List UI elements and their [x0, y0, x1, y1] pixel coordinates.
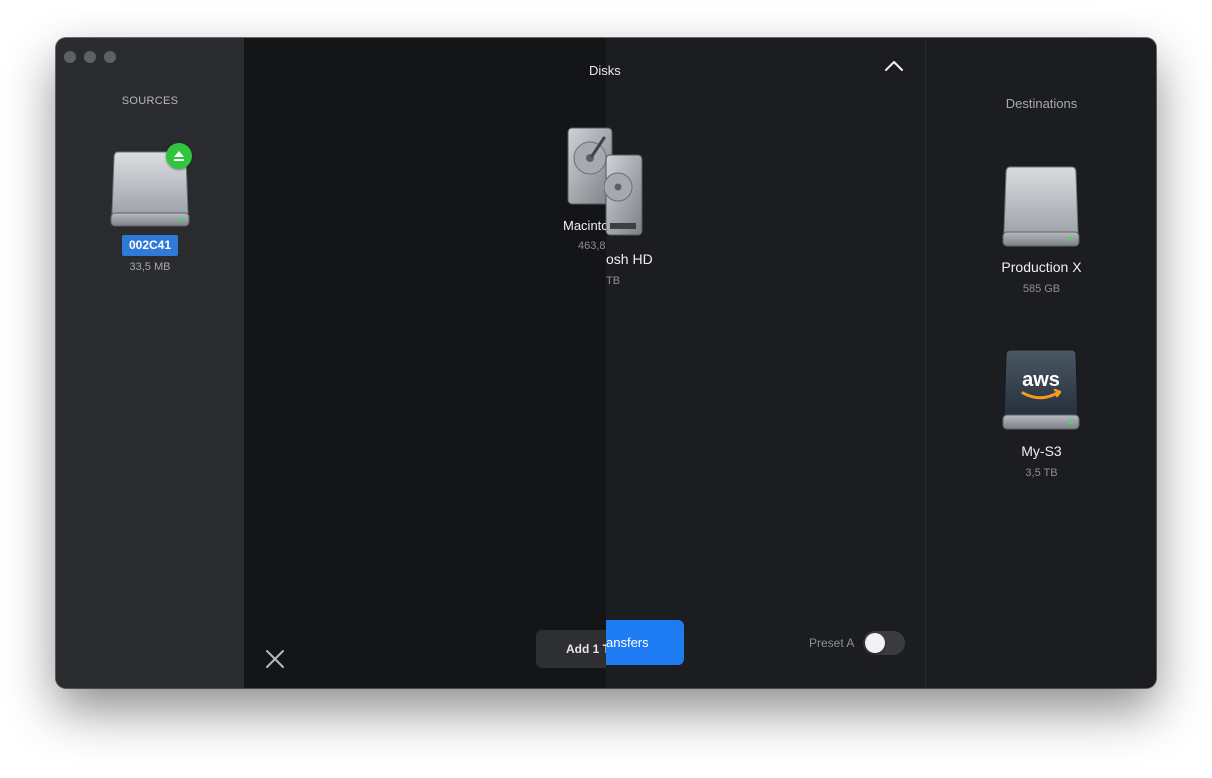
disk-name: Macintosh HD: [563, 218, 606, 233]
preset-label: Preset A: [809, 636, 855, 650]
preset-toggle[interactable]: [863, 631, 905, 655]
destination-name: My-S3: [1021, 443, 1062, 459]
add-transfers-button-primary[interactable]: ansfers: [606, 620, 684, 665]
add-transfers-button[interactable]: Add 1 Transfers: [536, 630, 606, 668]
aws-drive-icon: aws: [1002, 349, 1080, 430]
destination-size: 3,5 TB: [1025, 467, 1058, 479]
eject-button[interactable]: [166, 143, 192, 169]
source-size: 33,5 MB: [129, 261, 171, 273]
destinations-heading: Destinations: [1005, 96, 1078, 111]
source-name[interactable]: 002C41: [122, 235, 178, 256]
page-title: Disks: [589, 63, 621, 78]
destinations-panel: Destinations Production X 585 GB aws My-…: [925, 38, 1156, 688]
minimize-window-button[interactable]: [84, 51, 96, 63]
window-controls: [64, 51, 116, 63]
sources-heading: SOURCES: [121, 95, 179, 107]
drive-icon: [1002, 166, 1080, 247]
disk-name: osh HD: [606, 251, 653, 267]
disk-size: 463,8: [578, 240, 606, 252]
hard-disk-icon[interactable]: [604, 153, 644, 237]
add-transfers-label: Add 1 Transfers: [566, 642, 606, 656]
destination-name: Production X: [1001, 259, 1082, 275]
chevron-up-icon[interactable]: [882, 56, 906, 76]
aws-logo-text: aws: [1022, 369, 1060, 391]
toggle-knob: [865, 633, 885, 653]
disk-size: TB: [606, 275, 621, 287]
disks-pane-left: [245, 38, 606, 688]
eject-icon: [174, 151, 184, 161]
close-icon[interactable]: [264, 648, 286, 670]
zoom-window-button[interactable]: [104, 51, 116, 63]
app-window: SOURCES 002C41 33,5 MB Disks Macinto 463…: [56, 38, 1156, 688]
disks-pane-right: [606, 38, 925, 688]
close-window-button[interactable]: [64, 51, 76, 63]
destination-size: 585 GB: [1022, 283, 1061, 295]
add-transfers-label: ansfers: [606, 635, 649, 650]
sources-sidebar: SOURCES 002C41 33,5 MB: [56, 38, 245, 688]
